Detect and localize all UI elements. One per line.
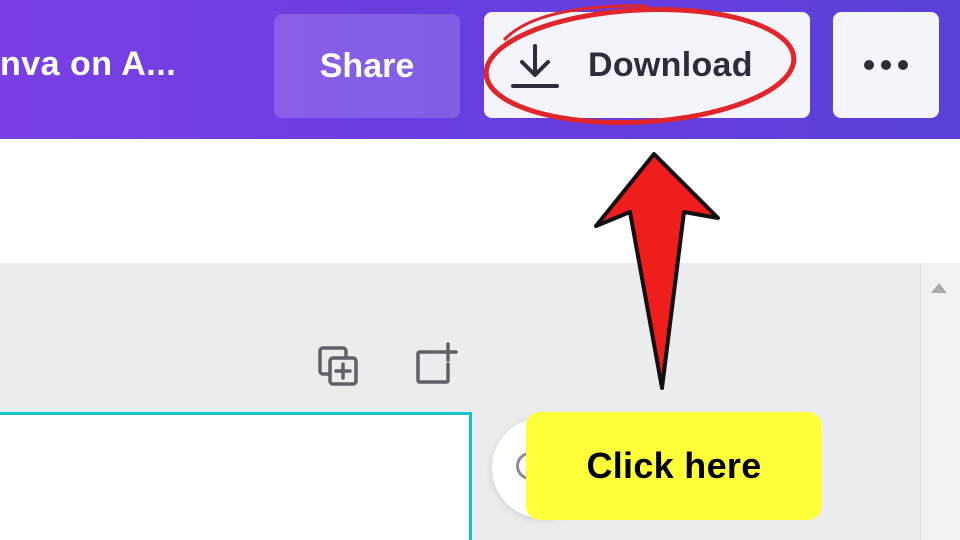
secondary-toolbar bbox=[0, 139, 960, 263]
duplicate-page-icon[interactable] bbox=[316, 344, 362, 388]
more-options-button[interactable] bbox=[833, 12, 939, 118]
callout-text: Click here bbox=[586, 445, 762, 486]
scroll-up-icon[interactable] bbox=[929, 281, 949, 295]
document-title[interactable]: nva on A... bbox=[0, 38, 176, 90]
design-page[interactable] bbox=[0, 412, 472, 540]
editor-header: nva on A... Share Download bbox=[0, 0, 960, 139]
download-button-label: Download bbox=[588, 46, 753, 84]
vertical-scrollbar[interactable] bbox=[920, 263, 960, 540]
download-button[interactable]: Download bbox=[484, 12, 810, 118]
share-button[interactable]: Share bbox=[274, 14, 460, 118]
click-here-callout: Click here bbox=[526, 412, 822, 520]
add-page-icon[interactable] bbox=[414, 342, 460, 386]
red-arrow-up bbox=[594, 152, 720, 390]
download-icon bbox=[511, 44, 559, 88]
more-horizontal-icon bbox=[864, 60, 908, 70]
share-button-label: Share bbox=[319, 46, 415, 85]
